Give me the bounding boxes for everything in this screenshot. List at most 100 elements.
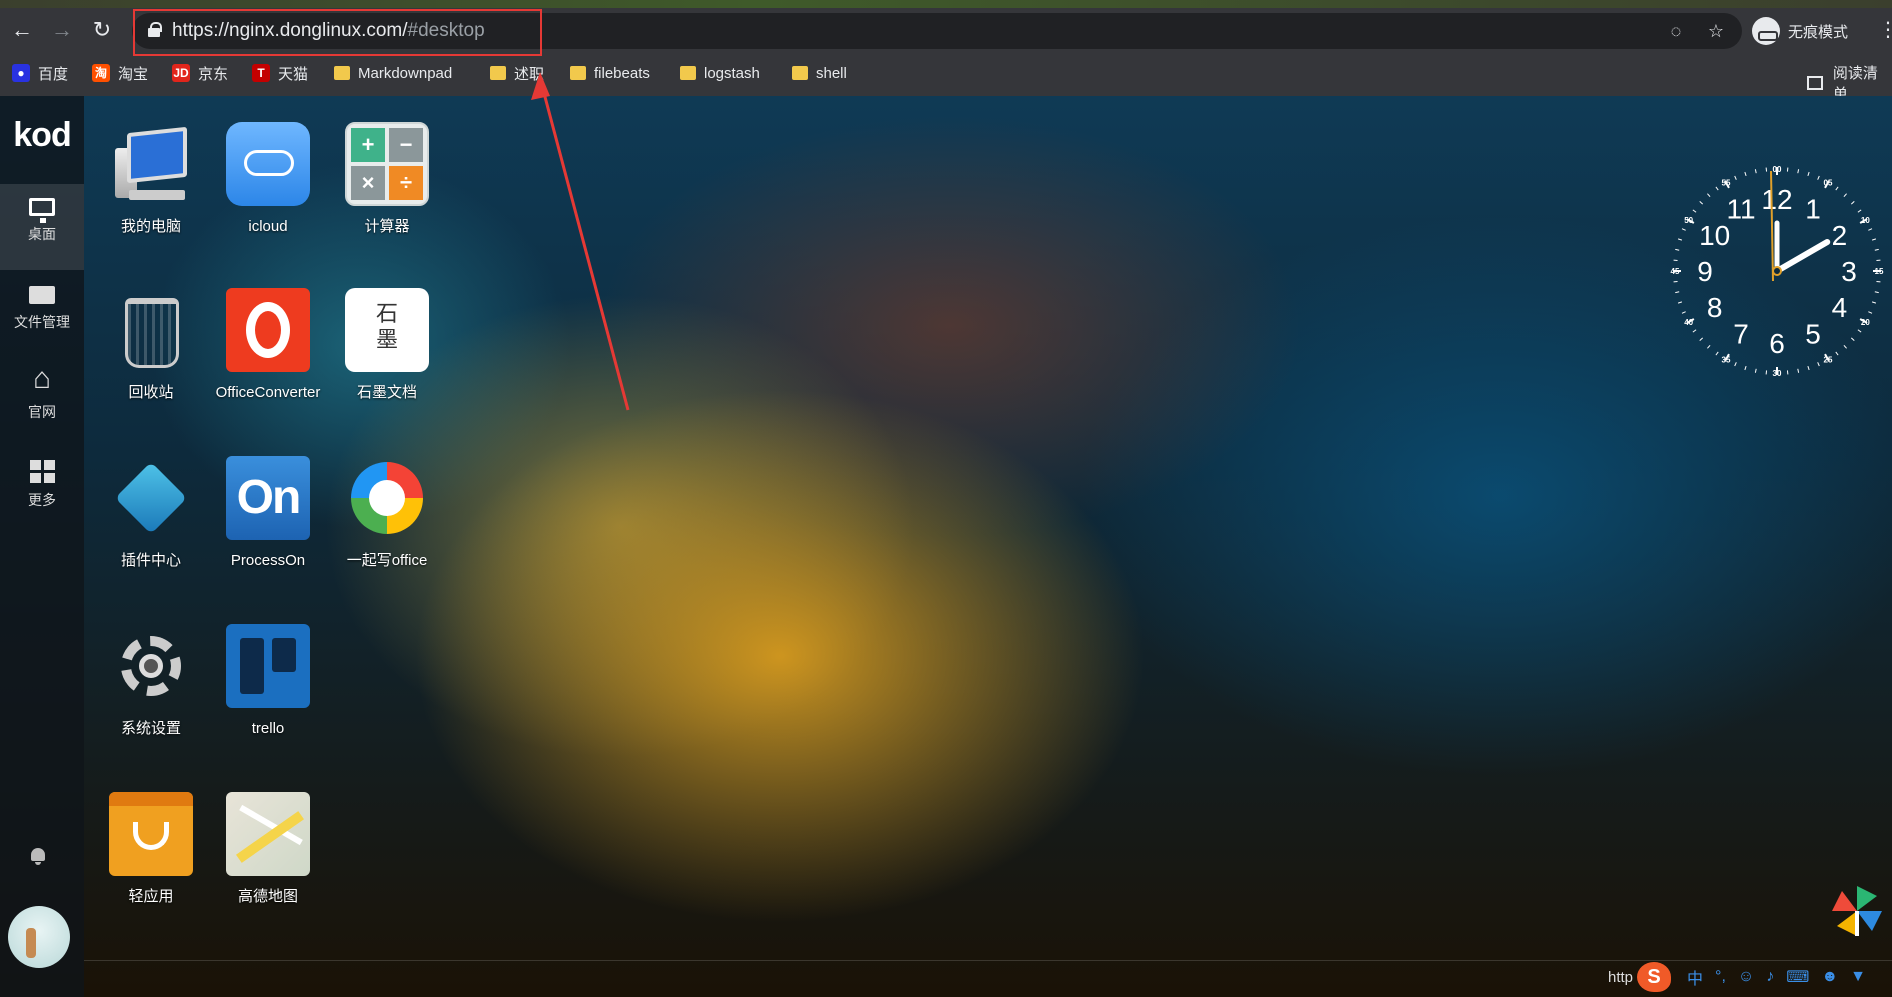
clock-hour-number: 2 — [1832, 220, 1848, 251]
clock-tick — [1754, 368, 1757, 373]
app-my-computer[interactable]: 我的电脑 — [96, 122, 206, 239]
app-label: ProcessOn — [230, 552, 306, 569]
app-label: 我的电脑 — [120, 218, 181, 235]
app-shimo-docs[interactable]: 石 墨 石墨文档 — [332, 288, 442, 405]
clock-center — [1772, 266, 1782, 276]
app-processon[interactable]: On ProcessOn — [213, 456, 323, 573]
folder-icon — [334, 66, 350, 80]
punctuation-icon[interactable]: °, — [1715, 968, 1726, 986]
clock-widget[interactable]: 12 1234567891011 000510152025303540455055 — [1666, 160, 1888, 382]
app-label: 系统设置 — [120, 720, 181, 737]
skin-icon[interactable]: ▼ — [1850, 968, 1866, 986]
sidebar-item-label: 更多 — [28, 492, 56, 508]
sidebar-item-label: 官网 — [28, 404, 56, 420]
clock-tick — [1835, 351, 1839, 356]
clock-hour-number: 6 — [1769, 328, 1785, 359]
bell-icon[interactable] — [30, 848, 46, 866]
clock-tick — [1699, 337, 1704, 341]
bookmark-star-icon[interactable]: ☆ — [1704, 19, 1728, 43]
clock-tick — [1843, 344, 1847, 349]
amap-icon — [226, 792, 310, 876]
app-label: 石墨文档 — [356, 384, 417, 401]
clock-hour-number: 12 — [1761, 184, 1792, 215]
app-amap[interactable]: 高德地图 — [213, 792, 323, 909]
pinwheel-icon[interactable] — [1832, 886, 1882, 936]
clock-minute-number: 35 — [1722, 355, 1731, 364]
system-tray: http S 中 °, ☺ ♪ ⌨ ☻ ▼ — [1608, 962, 1866, 992]
sidebar-item-official-site[interactable]: 官网 — [0, 358, 84, 444]
clock-tick — [1681, 311, 1686, 314]
bookmark-folder-markdownpad[interactable]: Markdownpad — [334, 62, 452, 84]
baidu-icon: ● — [12, 64, 30, 82]
clock-hour-hand — [1774, 239, 1831, 274]
app-system-settings[interactable]: 系统设置 — [96, 624, 206, 741]
app-trello[interactable]: trello — [213, 624, 323, 741]
clock-hour-number: 11 — [1726, 194, 1755, 225]
clock-tick — [1868, 228, 1873, 231]
emoji-icon[interactable]: ☺ — [1738, 968, 1754, 986]
app-icloud[interactable]: icloud — [213, 122, 323, 239]
bookmark-folder-filebeats[interactable]: filebeats — [570, 62, 650, 84]
tray-text: http — [1608, 968, 1634, 986]
desktop-area[interactable]: kod 桌面 文件管理 官网 更多 我的电脑 icloud + − — [0, 96, 1892, 997]
app-plugin-center[interactable]: 插件中心 — [96, 456, 206, 573]
menu-icon[interactable]: ⋮ — [1878, 16, 1892, 44]
clock-tick — [1699, 201, 1704, 205]
ime-mode-label[interactable]: 中 — [1687, 965, 1703, 989]
clock-tick — [1871, 301, 1877, 304]
shimo-icon: 石 墨 — [345, 288, 429, 372]
clock-tick — [1734, 362, 1737, 367]
bookmark-jd[interactable]: JD 京东 — [172, 62, 228, 84]
sidebar-item-file-manager[interactable]: 文件管理 — [0, 272, 84, 358]
sidebar-item-label: 文件管理 — [14, 314, 70, 330]
clock-hour-number: 5 — [1805, 318, 1821, 349]
keyboard-icon[interactable]: ⌨ — [1786, 967, 1809, 987]
clock-tick — [1677, 238, 1683, 241]
bookmark-folder-shell[interactable]: shell — [792, 62, 847, 84]
bookmark-folder-logstash[interactable]: logstash — [680, 62, 760, 84]
sidebar-item-more[interactable]: 更多 — [0, 446, 84, 532]
bookmark-folder-shuzhi[interactable]: 述职 — [490, 62, 544, 84]
calculator-icon: + − × ÷ — [345, 122, 429, 206]
app-yiqixie-office[interactable]: 一起写office — [332, 456, 442, 573]
clock-minute-number: 45 — [1671, 267, 1680, 276]
clock-minute-number: 55 — [1722, 179, 1731, 188]
app-recycle-bin[interactable]: 回收站 — [96, 288, 206, 405]
monitor-icon — [29, 198, 55, 223]
back-icon[interactable]: ← — [6, 14, 38, 46]
reading-list-icon — [1807, 76, 1823, 90]
mic-icon[interactable]: ♪ — [1766, 968, 1774, 986]
bookmark-baidu[interactable]: ● 百度 — [12, 62, 68, 84]
bookmark-tmall[interactable]: T 天猫 — [252, 62, 308, 84]
kod-logo[interactable]: kod — [2, 116, 82, 155]
sogou-ime-icon[interactable]: S — [1637, 962, 1672, 992]
reload-icon[interactable]: ↻ — [86, 14, 118, 46]
clock-tick — [1692, 329, 1697, 333]
bookmark-taobao[interactable]: 淘淘宝 — [92, 62, 148, 84]
office-converter-icon — [226, 288, 310, 372]
app-office-converter[interactable]: OfficeConverter — [213, 288, 323, 405]
clock-tick — [1677, 301, 1683, 304]
app-label: 计算器 — [364, 218, 410, 235]
clock-hour-number: 1 — [1805, 194, 1821, 225]
settings-icon — [109, 624, 193, 708]
tmall-icon: T — [252, 64, 270, 82]
avatar[interactable] — [8, 906, 70, 968]
incognito-icon — [1752, 17, 1780, 45]
light-app-icon — [109, 792, 193, 876]
app-light-app[interactable]: 轻应用 — [96, 792, 206, 909]
icloud-icon — [226, 122, 310, 206]
eye-off-icon[interactable]: ◌ — [1664, 19, 1688, 43]
incognito-indicator[interactable]: 无痕模式 — [1752, 16, 1848, 46]
clock-hour-number: 9 — [1697, 256, 1713, 287]
forward-icon[interactable]: → — [46, 14, 78, 46]
jd-icon: JD — [172, 64, 190, 82]
app-calculator[interactable]: + − × ÷ 计算器 — [332, 122, 442, 239]
clock-tick — [1681, 228, 1686, 231]
clock-tick — [1857, 329, 1862, 333]
folder-icon — [792, 66, 808, 80]
sidebar-item-desktop[interactable]: 桌面 — [0, 184, 84, 270]
yiqixie-icon — [345, 456, 429, 540]
user-icon[interactable]: ☻ — [1821, 968, 1838, 986]
clock-tick — [1807, 171, 1810, 177]
